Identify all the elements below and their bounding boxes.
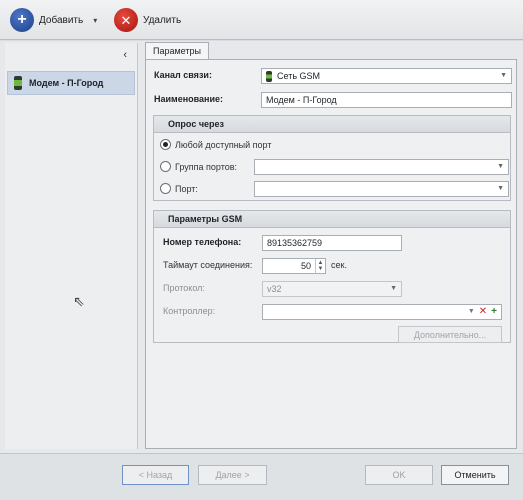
channel-select[interactable]: Сеть GSM ▼ xyxy=(261,68,512,84)
chevron-down-icon: ▼ xyxy=(390,285,397,292)
phone-field-value: 89135362759 xyxy=(267,238,323,248)
tab-parameters[interactable]: Параметры xyxy=(145,42,209,59)
spinner-arrows-icon[interactable]: ▲ ▼ xyxy=(315,259,325,273)
plus-icon[interactable]: + xyxy=(491,306,497,317)
delete-button[interactable]: ✕ Удалить xyxy=(114,8,181,32)
delete-button-label: Удалить xyxy=(143,14,182,26)
timeout-stepper[interactable]: 50 ▲ ▼ xyxy=(262,258,326,274)
toolbar: + Добавить ▾ ✕ Удалить xyxy=(0,0,523,40)
gsm-params-title: Параметры GSM xyxy=(154,211,510,228)
port-select[interactable]: ▼ xyxy=(254,181,509,197)
next-button[interactable]: Далее > xyxy=(198,465,267,485)
phone-field[interactable]: 89135362759 xyxy=(262,235,402,251)
radio-port-label: Порт: xyxy=(175,183,198,194)
radio-port-group-label: Группа портов: xyxy=(175,161,238,172)
timeout-value: 50 xyxy=(300,261,311,271)
parameters-panel: Канал связи: Сеть GSM ▼ Наименование: Мо… xyxy=(145,59,517,449)
name-label: Наименование: xyxy=(154,94,224,104)
main-frame: ‹ Модем - П-Город ⇖ Параметры Канал связ… xyxy=(0,41,523,453)
chevron-down-icon: ▼ xyxy=(500,72,507,79)
wizard-footer: < Назад Далее > OK Отменить xyxy=(0,453,523,500)
radio-port[interactable]: Порт: xyxy=(160,183,198,194)
mouse-cursor-icon: ⇖ xyxy=(73,293,85,309)
chevron-down-icon: ▼ xyxy=(497,163,504,170)
gsm-params-group: Параметры GSM Номер телефона: 8913536275… xyxy=(153,210,511,343)
radio-any-port-label: Любой доступный порт xyxy=(175,139,272,150)
chevron-down-icon[interactable]: ▼ xyxy=(468,308,475,317)
device-item-label: Модем - П-Город xyxy=(29,78,104,88)
add-dropdown-caret-icon[interactable]: ▾ xyxy=(93,16,97,25)
add-button[interactable]: + Добавить ▾ xyxy=(10,8,97,32)
controller-label: Контроллер: xyxy=(163,306,216,316)
timeout-unit: сек. xyxy=(331,260,347,270)
name-field[interactable]: Модем - П-Город xyxy=(261,92,512,108)
x-circle-icon: ✕ xyxy=(114,8,138,32)
protocol-label: Протокол: xyxy=(163,283,205,293)
ok-button[interactable]: OK xyxy=(365,465,433,485)
radio-button[interactable] xyxy=(160,183,171,194)
channel-select-value: Сеть GSM xyxy=(277,71,321,81)
radio-button[interactable] xyxy=(160,161,171,172)
protocol-select-value: v32 xyxy=(267,284,282,294)
protocol-select[interactable]: v32 ▼ xyxy=(262,281,402,297)
device-item-modem[interactable]: Модем - П-Город xyxy=(7,71,135,95)
radio-any-port[interactable]: Любой доступный порт xyxy=(160,139,271,150)
name-field-value: Модем - П-Город xyxy=(266,95,337,105)
channel-label: Канал связи: xyxy=(154,70,212,80)
chevron-down-icon: ▼ xyxy=(497,185,504,192)
radio-button[interactable] xyxy=(160,139,171,150)
poll-group-title: Опрос через xyxy=(154,116,510,133)
cancel-button[interactable]: Отменить xyxy=(441,465,509,485)
controller-select[interactable]: ▼ ✕ + xyxy=(262,304,502,320)
poll-group: Опрос через Любой доступный порт Группа … xyxy=(153,115,511,201)
port-group-select[interactable]: ▼ xyxy=(254,159,509,175)
device-tree-panel: ‹ Модем - П-Город ⇖ xyxy=(5,43,138,449)
gsm-modem-icon xyxy=(14,76,22,90)
gsm-modem-icon xyxy=(266,70,272,82)
plus-circle-icon: + xyxy=(10,8,34,32)
clear-icon[interactable]: ✕ xyxy=(479,306,487,317)
advanced-button[interactable]: Дополнительно... xyxy=(398,326,502,343)
add-button-label: Добавить xyxy=(39,14,84,26)
chevron-left-icon[interactable]: ‹ xyxy=(123,49,127,61)
back-button[interactable]: < Назад xyxy=(122,465,189,485)
radio-port-group[interactable]: Группа портов: xyxy=(160,161,237,172)
phone-label: Номер телефона: xyxy=(163,237,242,247)
timeout-label: Таймаут соединения: xyxy=(163,260,253,270)
